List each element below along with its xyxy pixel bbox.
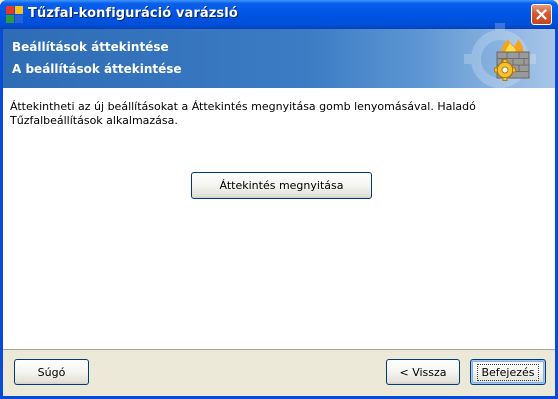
review-description: Áttekintheti az új beállításokat a Áttek… (10, 100, 476, 127)
wizard-window: Tűzfal-konfiguráció varázsló Beállítások… (0, 0, 558, 399)
avg-app-icon (6, 6, 23, 23)
finish-button-label: Befejezés (477, 363, 539, 381)
header-title: Beállítások áttekintése (12, 40, 169, 54)
close-button[interactable] (531, 4, 552, 25)
wizard-content: Áttekintheti az új beállításokat a Áttek… (3, 89, 555, 350)
header-subtitle: A beállítások áttekintése (12, 62, 182, 76)
close-icon (536, 9, 547, 20)
window-title: Tűzfal-konfiguráció varázsló (28, 6, 238, 21)
open-review-button[interactable]: Áttekintés megnyitása (191, 172, 372, 199)
help-button[interactable]: Súgó (14, 359, 89, 385)
firewall-gear-icon (494, 39, 530, 81)
back-button[interactable]: < Vissza (386, 359, 460, 385)
finish-button[interactable]: Befejezés (470, 359, 546, 385)
wizard-header: Beállítások áttekintése A beállítások át… (3, 23, 555, 95)
window-client-area: Beállítások áttekintése A beállítások át… (3, 23, 555, 396)
